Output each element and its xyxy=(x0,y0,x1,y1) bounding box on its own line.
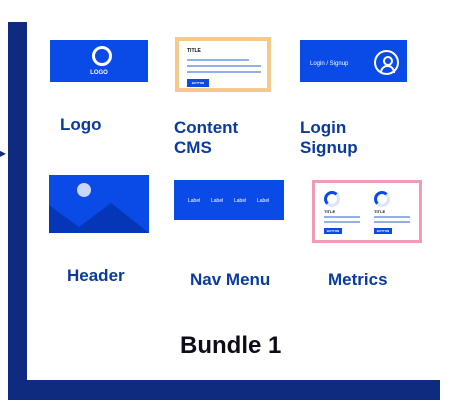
content-cms-label-line1: Content xyxy=(174,118,239,137)
donut-chart-icon xyxy=(374,191,390,207)
header-thumbnail[interactable] xyxy=(49,175,149,233)
metric-card-title: TITLE xyxy=(374,209,386,214)
donut-chart-icon xyxy=(324,191,340,207)
metric-card-button: BUTTON xyxy=(374,228,392,234)
metric-text-line xyxy=(374,221,410,223)
cms-thumbnail-button: BUTTON xyxy=(187,79,209,87)
logo-thumbnail[interactable]: LOGO xyxy=(50,40,148,82)
content-cms-label: Content CMS xyxy=(174,118,238,158)
metric-text-line xyxy=(324,221,360,223)
cms-text-line xyxy=(187,59,249,61)
metric-text-line xyxy=(374,216,410,218)
metric-card-button: BUTTON xyxy=(324,228,342,234)
nav-item-label: Label xyxy=(257,198,270,204)
logo-thumbnail-text: LOGO xyxy=(90,70,108,76)
logo-circle-icon xyxy=(92,46,112,66)
metrics-thumbnail[interactable]: TITLE BUTTON TITLE BUTTON xyxy=(312,180,422,243)
nav-item-label: Label xyxy=(234,198,247,204)
landscape-image-icon xyxy=(49,183,149,233)
logo-label: Logo xyxy=(60,115,102,134)
login-signup-label: Login Signup xyxy=(300,118,358,158)
cms-text-line xyxy=(187,71,261,73)
content-cms-label-line2: CMS xyxy=(174,138,212,157)
login-signup-label-line1: Login xyxy=(300,118,347,137)
content-cms-thumbnail[interactable]: TITLE BUTTON xyxy=(175,37,271,92)
metrics-label: Metrics xyxy=(328,270,388,289)
login-signup-label-line2: Signup xyxy=(300,138,358,157)
cms-thumbnail-title: TITLE xyxy=(187,48,201,54)
metric-card-title: TITLE xyxy=(324,209,336,214)
bundle-card: LOGO Logo TITLE BUTTON Content CMS Login… xyxy=(27,10,447,380)
arrow-pointer-icon: ▸ xyxy=(0,146,7,160)
nav-item-label: Label xyxy=(211,198,224,204)
header-label: Header xyxy=(67,266,125,285)
login-thumbnail-text: Login / Signup xyxy=(310,61,349,67)
login-signup-thumbnail[interactable]: Login / Signup xyxy=(300,40,407,82)
metric-text-line xyxy=(324,216,360,218)
bundle-title: Bundle 1 xyxy=(180,332,282,359)
nav-item-label: Label xyxy=(188,198,201,204)
nav-menu-thumbnail[interactable]: Label Label Label Label xyxy=(174,180,284,220)
nav-menu-label: Nav Menu xyxy=(190,270,271,289)
cms-text-line xyxy=(187,65,261,67)
user-avatar-icon xyxy=(374,50,399,75)
